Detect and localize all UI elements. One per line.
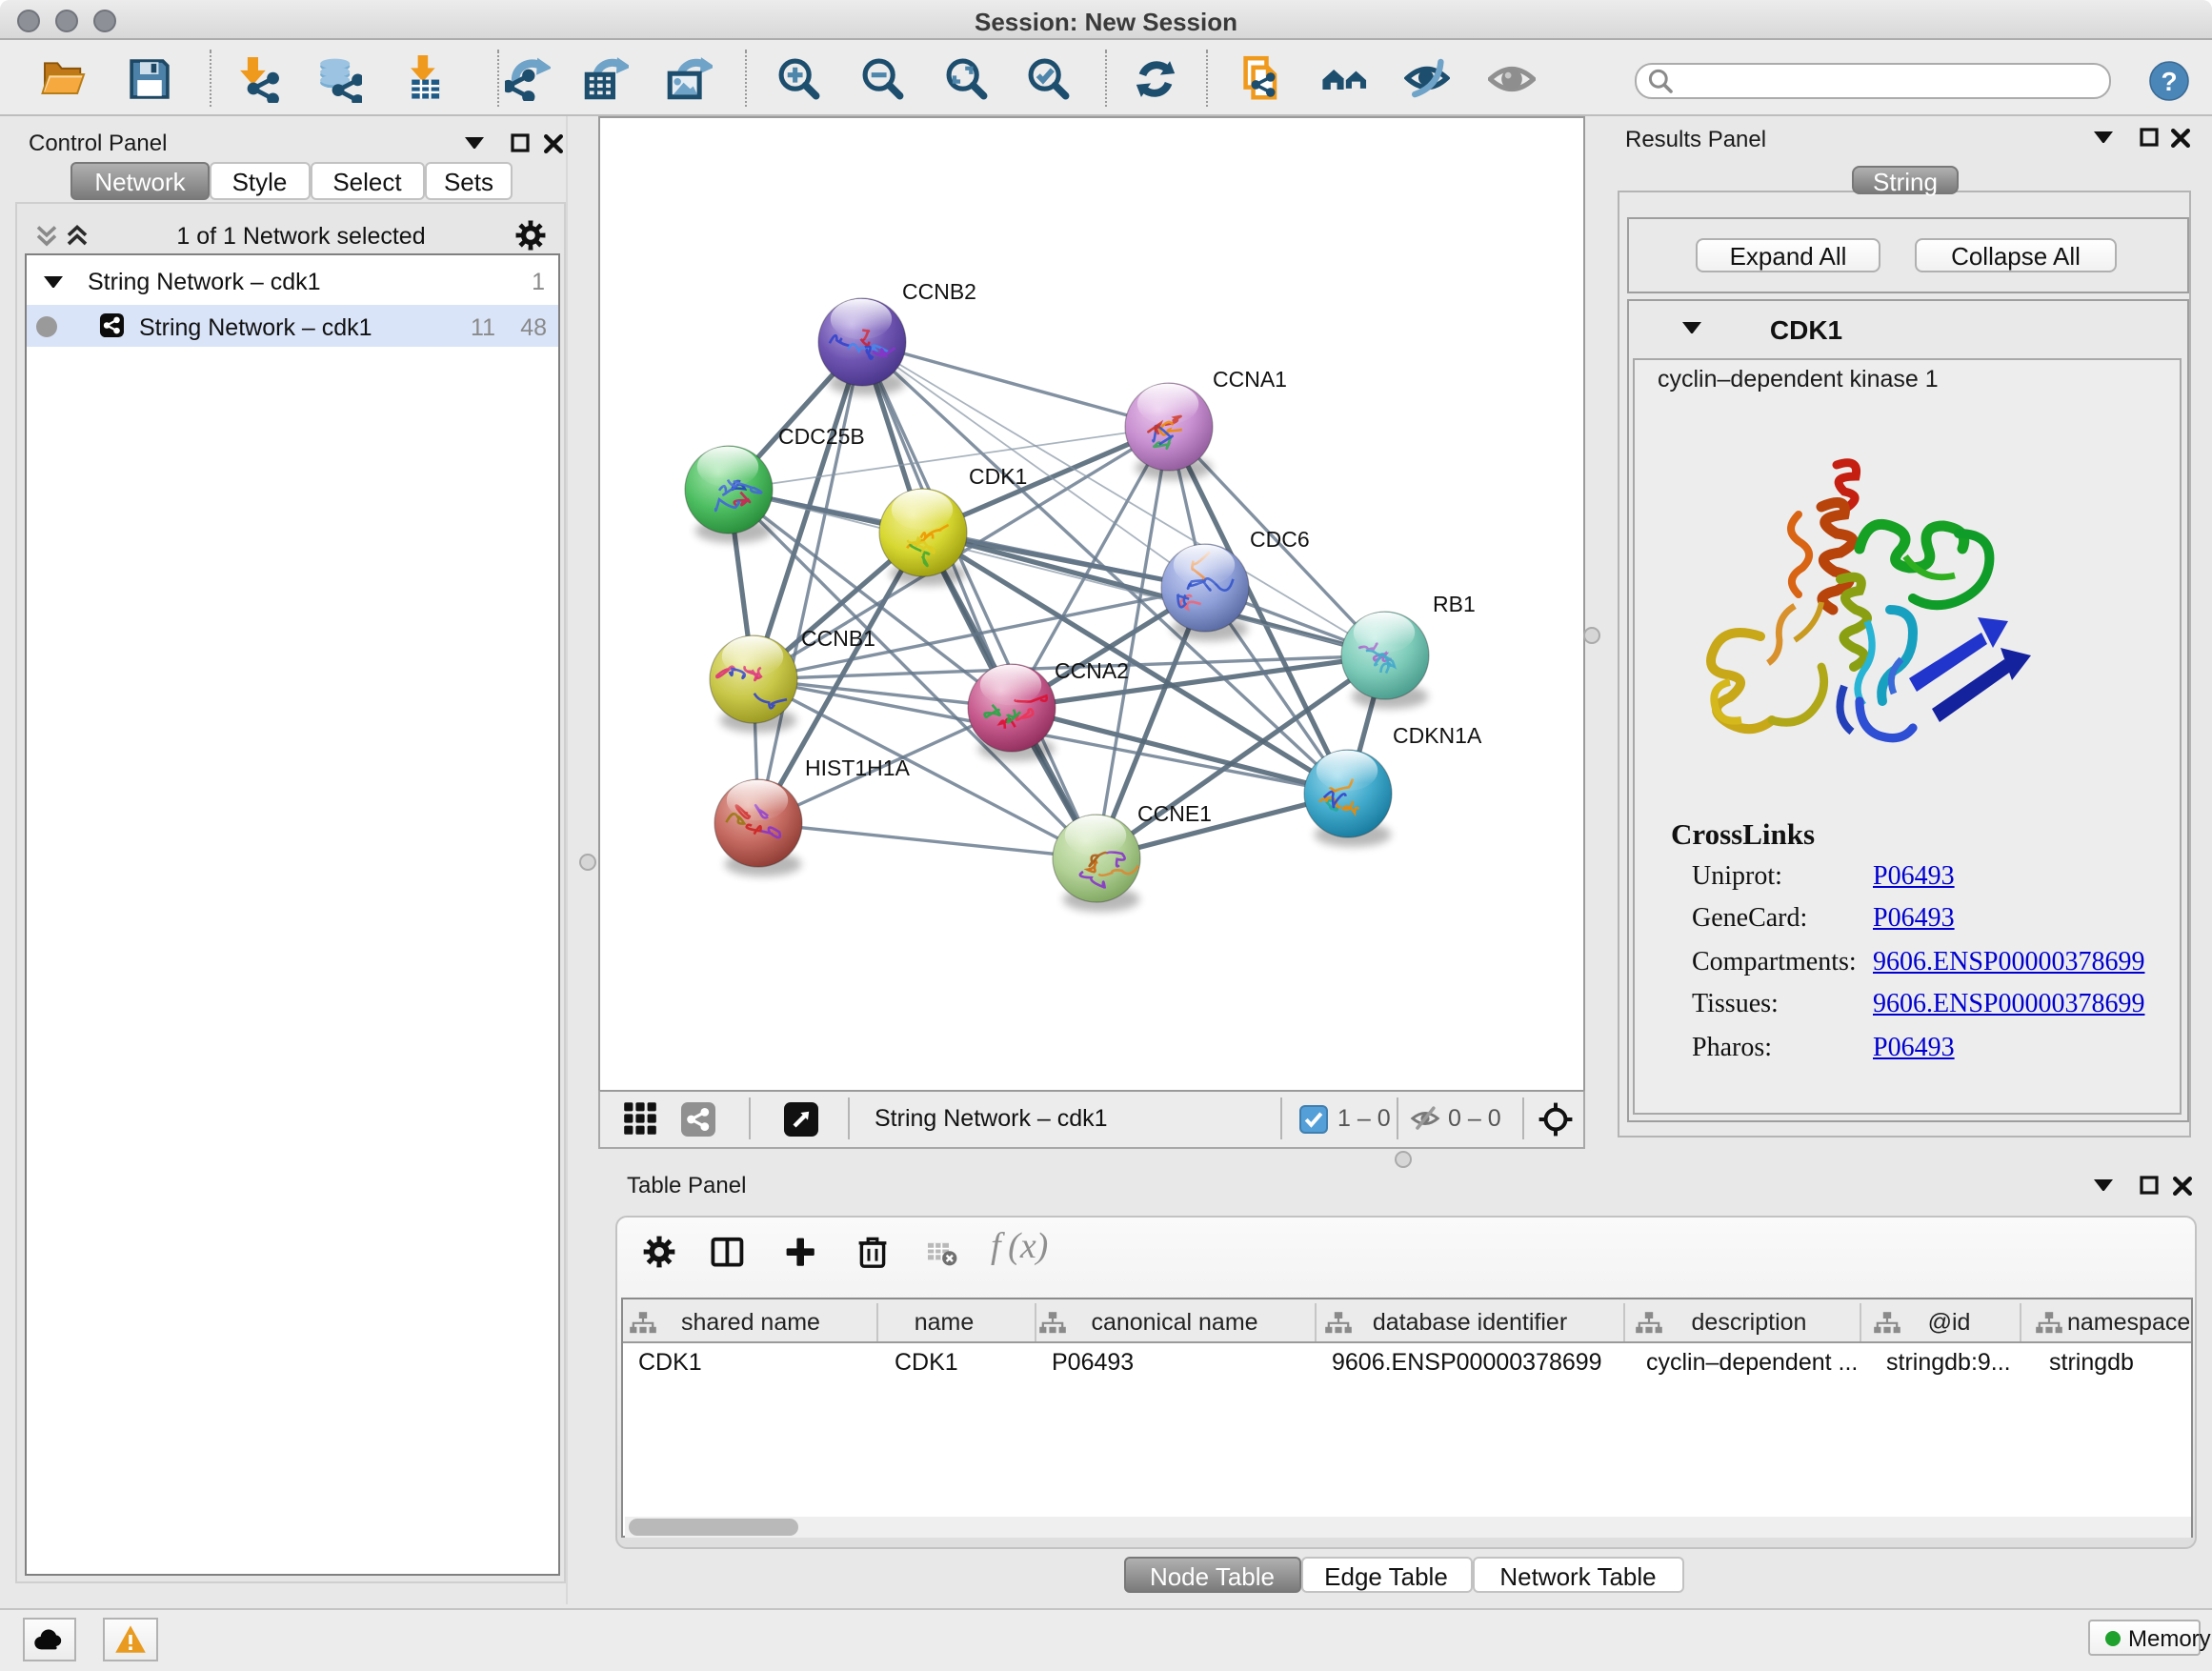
svg-text:CDC6: CDC6: [1249, 527, 1309, 552]
svg-text:CCNB2: CCNB2: [901, 279, 975, 304]
svg-text:RB1: RB1: [1432, 592, 1475, 616]
svg-text:CDKN1A: CDKN1A: [1392, 723, 1481, 748]
svg-text:CCNB1: CCNB1: [800, 626, 875, 651]
svg-text:?: ?: [2160, 66, 2176, 95]
svg-text:CCNA1: CCNA1: [1212, 367, 1286, 392]
svg-text:CCNE1: CCNE1: [1136, 801, 1211, 826]
svg-text:CDK1: CDK1: [968, 464, 1026, 489]
svg-text:HIST1H1A: HIST1H1A: [804, 755, 910, 780]
svg-text:CCNA2: CCNA2: [1054, 658, 1128, 683]
svg-text:CDC25B: CDC25B: [777, 424, 864, 449]
